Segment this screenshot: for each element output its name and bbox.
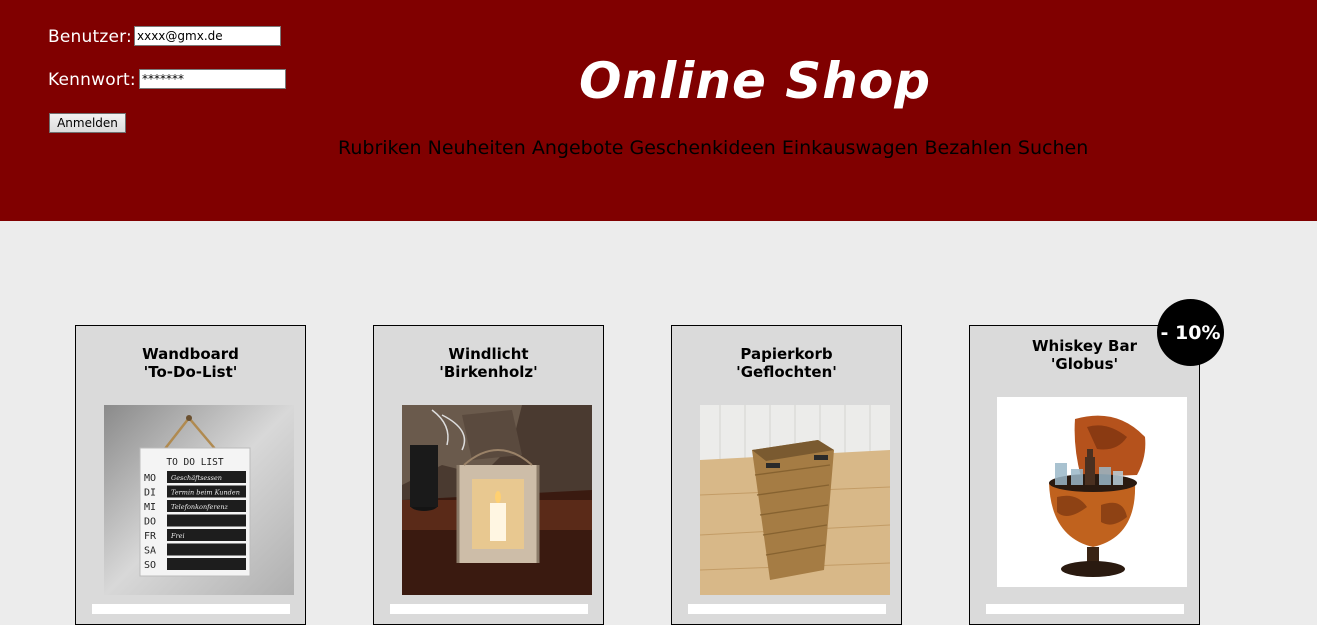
password-field[interactable]	[139, 69, 286, 89]
todo-slot	[167, 543, 246, 556]
globe-bar-illustration	[997, 397, 1187, 587]
nav-angebote[interactable]: Angebote	[532, 137, 624, 159]
todo-day: DI	[144, 488, 156, 499]
login-button[interactable]: Anmelden	[49, 113, 126, 133]
todo-day: DO	[144, 517, 156, 528]
todo-entry: Termin beim Kunden	[171, 489, 240, 497]
nav-rubriken[interactable]: Rubriken	[338, 137, 422, 159]
lantern-illustration	[402, 405, 592, 595]
product-title: Wandboard 'To-Do-List'	[142, 345, 239, 381]
username-field[interactable]	[134, 26, 281, 46]
nav-suchen[interactable]: Suchen	[1018, 137, 1088, 159]
todo-board-illustration: TO DO LIST MO Geschäftsessen DI Termin beim…	[104, 405, 294, 595]
todo-slot	[167, 514, 246, 527]
todo-entry: Geschäftsessen	[171, 474, 222, 482]
todo-slot	[167, 558, 246, 570]
username-label: Benutzer:	[48, 27, 132, 47]
todo-day: FR	[144, 531, 157, 542]
card-footer	[986, 604, 1184, 614]
product-image-wandboard[interactable]: TO DO LIST MO Geschäftsessen DI Termin beim…	[104, 405, 294, 595]
card-footer	[688, 604, 886, 614]
product-image-papierkorb[interactable]	[700, 405, 890, 595]
basket-illustration	[700, 405, 890, 595]
product-card-papierkorb[interactable]: Papierkorb 'Geflochten'	[671, 325, 902, 625]
todo-day: SO	[144, 560, 156, 571]
todo-entry: Frei	[170, 532, 185, 540]
nav-bezahlen[interactable]: Bezahlen	[924, 137, 1011, 159]
main-nav: Rubriken Neuheiten Angebote Geschenkidee…	[338, 137, 1098, 159]
todo-day: SA	[144, 546, 156, 557]
todo-day: MI	[144, 502, 156, 513]
product-image-whiskey-bar[interactable]	[997, 397, 1187, 587]
product-card-wandboard[interactable]: Wandboard 'To-Do-List' TO DO LIST MO Gesc…	[75, 325, 306, 625]
password-label: Kennwort:	[48, 70, 136, 90]
discount-badge: - 10%	[1157, 299, 1224, 366]
product-card-whiskey-bar[interactable]: Whiskey Bar 'Globus'	[969, 325, 1200, 625]
product-card-windlicht[interactable]: Windlicht 'Birkenholz'	[373, 325, 604, 625]
header-banner: Benutzer: Kennwort: Anmelden Online Shop…	[0, 0, 1317, 221]
product-title: Windlicht 'Birkenholz'	[439, 345, 538, 381]
card-footer	[92, 604, 290, 614]
nav-geschenkideen[interactable]: Geschenkideen	[630, 137, 776, 159]
nav-neuheiten[interactable]: Neuheiten	[428, 137, 526, 159]
card-footer	[390, 604, 588, 614]
todo-entry: Telefonkonferenz	[171, 503, 229, 511]
product-image-windlicht[interactable]	[402, 405, 592, 595]
todo-day: MO	[144, 473, 156, 484]
site-title: Online Shop	[578, 52, 932, 110]
nav-einkaufswagen[interactable]: Einkauswagen	[782, 137, 919, 159]
todo-heading: TO DO LIST	[166, 457, 223, 468]
product-title: Papierkorb 'Geflochten'	[736, 345, 837, 381]
